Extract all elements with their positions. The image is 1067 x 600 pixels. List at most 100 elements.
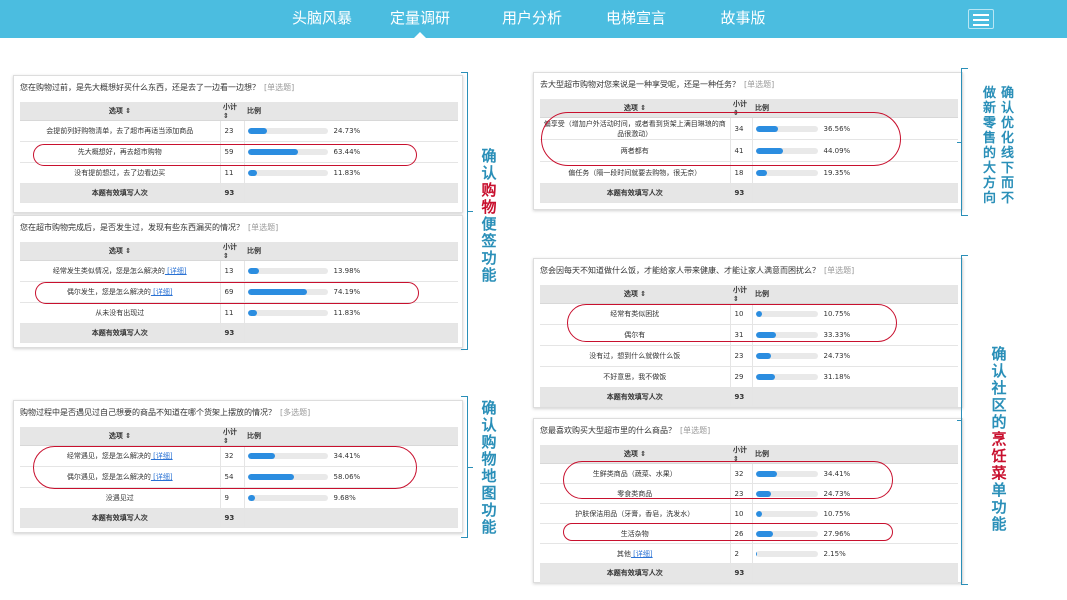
table-row: 偏享受（增加户外活动时间，或者看到货架上满目琳琅的商品很激动） 34 36.56%: [540, 117, 958, 140]
table-row: 没有提前想过，去了边看边买 11 11.83%: [20, 162, 458, 184]
footer-count: 93: [730, 387, 753, 407]
column-header-count[interactable]: 小计⇕: [220, 427, 244, 446]
nav-tab-quant-research[interactable]: 定量调研: [380, 0, 460, 38]
question-text: 您在购物过前，是先大概想好买什么东西，还是去了一边看一边想？: [20, 83, 260, 92]
count-cell: 23: [730, 345, 753, 367]
bracket-tick: [468, 467, 473, 468]
progress-bar-fill: [755, 550, 757, 557]
ratio-cell: 11.83%: [244, 162, 458, 184]
bracket-tick: [957, 142, 962, 143]
count-cell: 54: [220, 466, 245, 488]
footer-label: 本题有效填写人次: [20, 508, 221, 528]
details-link[interactable]: [详细]: [631, 550, 652, 558]
details-link[interactable]: [详细]: [151, 473, 172, 481]
count-cell: 59: [220, 141, 245, 163]
ratio-cell: 44.09%: [752, 139, 958, 162]
footer-label: 本题有效填写人次: [20, 323, 221, 343]
progress-bar-fill: [755, 125, 779, 132]
table-row: 经常遇见，您是怎么解决的 [详细] 32 34.41%: [20, 445, 458, 467]
count-cell: 9: [220, 487, 245, 509]
footer-ratio: [244, 183, 458, 203]
details-link[interactable]: [详细]: [165, 267, 186, 275]
column-header-count[interactable]: 小计⇕: [220, 102, 244, 121]
question-title: 您在购物过前，是先大概想好买什么东西，还是去了一边看一边想？ [单选题]: [20, 82, 458, 93]
column-header-option[interactable]: 选项 ⇕: [540, 285, 730, 304]
percent-label: 33.33%: [823, 331, 851, 339]
ratio-cell: 10.75%: [752, 303, 958, 325]
table-footer-row: 本题有效填写人次 93: [540, 183, 958, 203]
percent-label: 2.15%: [823, 549, 846, 558]
ratio-cell: 13.98%: [244, 260, 458, 282]
question-type: [单选题]: [680, 426, 711, 435]
annotation-bracket: [461, 396, 468, 538]
ratio-cell: 2.15%: [752, 543, 958, 564]
details-link[interactable]: [详细]: [151, 288, 172, 296]
percent-label: 9.68%: [333, 494, 356, 502]
count-cell: 13: [220, 260, 245, 282]
question-type: [单选题]: [824, 266, 855, 275]
annotation-bracket: [961, 68, 968, 216]
table-row: 生活杂物 26 27.96%: [540, 523, 958, 544]
progress-bar-fill: [755, 332, 777, 338]
ratio-cell: 24.73%: [752, 483, 958, 504]
progress-bar: [755, 470, 818, 477]
column-header-option[interactable]: 选项 ⇕: [20, 102, 220, 121]
column-header-count[interactable]: 小计⇕: [220, 242, 244, 261]
option-cell: 生鲜类商品（蔬菜、水果）: [540, 463, 731, 484]
percent-label: 44.09%: [823, 146, 851, 155]
column-header-ratio: 比例: [244, 102, 458, 121]
progress-bar: [247, 149, 328, 155]
ratio-cell: 58.06%: [244, 466, 458, 488]
progress-bar-fill: [755, 510, 763, 517]
progress-bar: [755, 490, 818, 497]
nav-tab-storyboard[interactable]: 故事版: [703, 0, 783, 38]
percent-label: 58.06%: [333, 473, 361, 481]
nav-tab-user-analysis[interactable]: 用户分析: [492, 0, 572, 38]
option-label: 会提前列好购物清单，去了超市再适当添加商品: [46, 127, 194, 135]
table-footer-row: 本题有效填写人次 93: [540, 563, 958, 583]
question-text: 购物过程中是否遇见过自己想要的商品不知道在哪个货架上摆放的情况？: [20, 408, 276, 417]
question-card: 您会因每天不知道做什么饭，才能给家人带来健康、才能让家人满意而困扰么？ [单选题]…: [533, 258, 963, 408]
column-header-option[interactable]: 选项 ⇕: [540, 99, 730, 118]
table-row: 偶尔有 31 33.33%: [540, 324, 958, 346]
column-header-option[interactable]: 选项 ⇕: [540, 445, 730, 464]
footer-count: 93: [220, 183, 245, 203]
percent-label: 10.75%: [823, 310, 851, 318]
details-link[interactable]: [详细]: [151, 452, 172, 460]
progress-bar: [247, 474, 328, 480]
question-title: 购物过程中是否遇见过自己想要的商品不知道在哪个货架上摆放的情况？ [多选题]: [20, 407, 458, 418]
count-cell: 69: [220, 281, 245, 303]
column-header-option[interactable]: 选项 ⇕: [20, 242, 220, 261]
progress-bar-fill: [755, 490, 771, 497]
column-header-count[interactable]: 小计⇕: [730, 99, 752, 118]
percent-label: 10.75%: [823, 509, 851, 518]
count-cell: 26: [730, 523, 753, 544]
option-label: 护肤保洁用品（牙膏，香皂，洗发水）: [575, 509, 695, 518]
table-row: 偶尔遇见，您是怎么解决的 [详细] 54 58.06%: [20, 466, 458, 488]
table-row: 先大概想好，再去超市购物 59 63.44%: [20, 141, 458, 163]
column-header-count[interactable]: 小计⇕: [730, 285, 752, 304]
option-cell: 先大概想好，再去超市购物: [20, 141, 221, 163]
option-label: 偏任务（隔一段时间就要去购物，很无奈）: [568, 168, 702, 177]
option-cell: 其他 [详细]: [540, 543, 731, 564]
progress-bar: [755, 353, 818, 359]
ratio-cell: 63.44%: [244, 141, 458, 163]
count-cell: 32: [730, 463, 753, 484]
progress-bar-fill: [247, 170, 257, 176]
count-cell: 34: [730, 117, 753, 140]
percent-label: 11.83%: [333, 309, 361, 317]
column-header-count[interactable]: 小计⇕: [730, 445, 752, 464]
count-cell: 31: [730, 324, 753, 346]
progress-bar-fill: [247, 474, 294, 480]
result-table: 选项 ⇕ 小计⇕ 比例 会提前列好购物清单，去了超市再适当添加商品 23 24.73% 先大…: [20, 102, 458, 203]
table-row: 两者都有 41 44.09%: [540, 139, 958, 162]
hamburger-menu-icon[interactable]: [968, 9, 994, 29]
progress-bar: [755, 311, 818, 317]
percent-label: 34.41%: [333, 452, 361, 460]
column-header-option[interactable]: 选项 ⇕: [20, 427, 220, 446]
result-table: 选项 ⇕ 小计⇕ 比例 经常有类似困扰 10 10.75% 偶尔有 31 33.33% 没有过，想…: [540, 285, 958, 407]
progress-bar: [755, 550, 818, 557]
table-footer-row: 本题有效填写人次 93: [540, 387, 958, 407]
nav-tab-elevator-pitch[interactable]: 电梯宣言: [596, 0, 676, 38]
nav-tab-brainstorm[interactable]: 头脑风暴: [282, 0, 362, 38]
